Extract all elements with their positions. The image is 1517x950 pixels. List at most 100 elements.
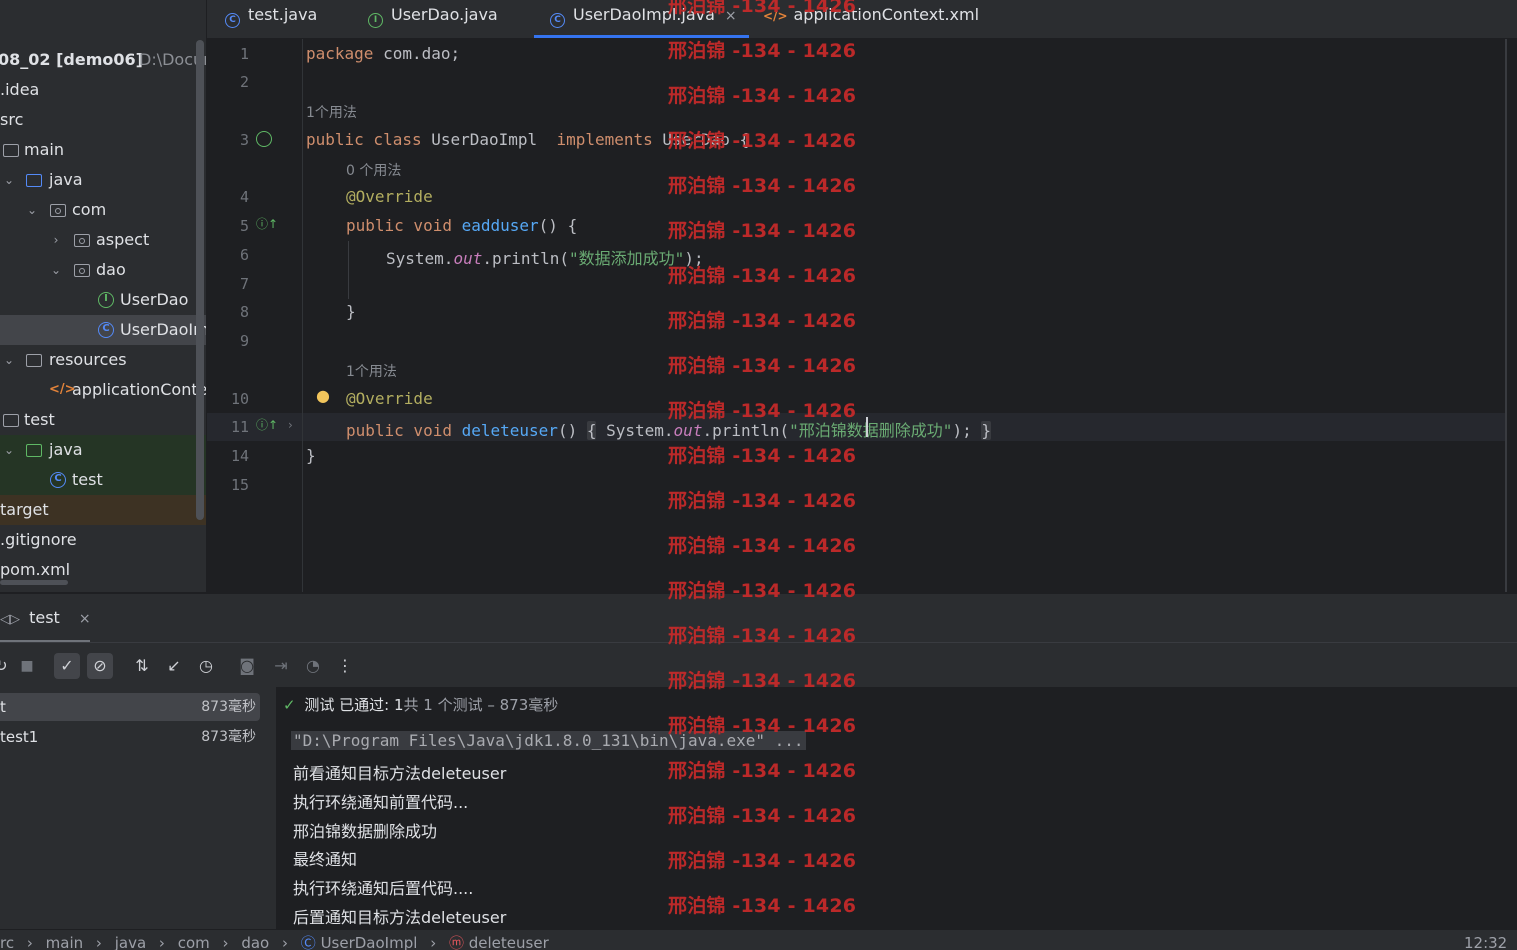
watermark-text: 邢泊锦 -134 - 1426 xyxy=(668,40,857,62)
package-icon xyxy=(74,234,90,247)
caret-position[interactable]: 12:32 xyxy=(1464,930,1507,950)
test-row[interactable]: test1 873毫秒 xyxy=(0,723,270,751)
tree-item-src[interactable]: src xyxy=(0,105,206,135)
chevron-down-icon[interactable]: ⌄ xyxy=(26,195,38,225)
implements-gutter-icon[interactable]: ⓘ↑ xyxy=(256,215,278,232)
usage-hint[interactable]: 1个用法 xyxy=(346,361,397,381)
code-line-1: package com.dao; xyxy=(306,44,461,63)
watermark-text: 邢泊锦 -134 - 1426 xyxy=(668,850,857,872)
sort-alphabetically-icon[interactable]: ⇅ xyxy=(129,653,155,679)
breadcrumb-item[interactable]: deleteuser xyxy=(469,934,549,950)
tree-item-gitignore[interactable]: .gitignore xyxy=(0,525,206,555)
tree-item-resources[interactable]: ⌄ resources xyxy=(0,345,206,375)
code-line-14: } xyxy=(306,446,316,465)
show-ignored-icon[interactable]: ⊘ xyxy=(87,653,113,679)
text-caret xyxy=(866,417,868,437)
close-icon[interactable]: × xyxy=(79,611,91,627)
console-line: 前看通知目标方法deleteuser xyxy=(293,764,507,783)
tab-test-java[interactable]: Ctest.java xyxy=(225,0,317,38)
watermark-text: 邢泊锦 -134 - 1426 xyxy=(668,310,857,332)
tree-item-label: com xyxy=(72,200,107,219)
tree-item-label: java xyxy=(49,440,83,459)
watermark-text: 邢泊锦 -134 - 1426 xyxy=(668,625,857,647)
breadcrumb-item[interactable]: com xyxy=(178,934,210,950)
code-line-4: @Override xyxy=(346,187,433,206)
usage-hint[interactable]: 0 个用法 xyxy=(346,160,401,180)
breadcrumb: rc › main › java › com › dao › Ⓒ UserDao… xyxy=(0,930,549,950)
test-summary: ✓ 测试 已通过: 1共 1 个测试 – 873毫秒 xyxy=(283,694,558,716)
collapse-all-icon[interactable]: ↙ xyxy=(161,653,187,679)
chevron-down-icon[interactable]: ⌄ xyxy=(3,435,15,465)
tree-item-userdao[interactable]: I UserDao xyxy=(0,285,206,315)
tree-item-com[interactable]: ⌄ com xyxy=(0,195,206,225)
implements-gutter-icon[interactable]: ⓘ↑ xyxy=(256,416,278,433)
camera-icon[interactable]: ◙ xyxy=(234,653,260,679)
rerun-icon[interactable]: ↻ xyxy=(0,653,14,679)
tree-item-target[interactable]: target xyxy=(0,495,206,525)
editor-vscrollbar[interactable] xyxy=(1505,39,1507,592)
watermark-text: 邢泊锦 -134 - 1426 xyxy=(668,445,857,467)
folded-block-close[interactable]: } xyxy=(981,421,991,440)
more-options-icon[interactable]: ⋮ xyxy=(332,653,358,679)
tree-item-test-class[interactable]: C test xyxy=(0,465,206,495)
watermark-text: 邢泊锦 -134 - 1426 xyxy=(668,130,857,152)
console-line: 执行环绕通知后置代码.... xyxy=(293,879,474,898)
fold-chevron-icon[interactable]: › xyxy=(288,418,293,432)
show-passed-icon[interactable]: ✓ xyxy=(54,653,80,679)
source-folder-icon xyxy=(26,174,42,187)
check-icon: ✓ xyxy=(283,696,296,714)
watermark-text: 邢泊锦 -134 - 1426 xyxy=(668,580,857,602)
chevron-down-icon[interactable]: ⌄ xyxy=(3,345,15,375)
test-row[interactable]: t 873毫秒 xyxy=(0,693,260,721)
stop-icon[interactable]: ■ xyxy=(14,653,40,679)
tree-item-label: test xyxy=(72,470,103,489)
run-config-icon: ◁▷ xyxy=(0,612,20,627)
test-history-icon[interactable]: ◷ xyxy=(193,653,219,679)
chevron-down-icon[interactable]: ⌄ xyxy=(3,165,15,195)
tree-item-aspect[interactable]: › aspect xyxy=(0,225,206,255)
breadcrumb-item[interactable]: UserDaoImpl xyxy=(321,934,418,950)
watermark-text: 邢泊锦 -134 - 1426 xyxy=(668,715,857,737)
tree-item-applicationcontext[interactable]: </> applicationContex xyxy=(0,375,206,405)
lightbulb-icon[interactable]: ● xyxy=(316,386,330,405)
run-tab-test[interactable]: ◁▷ test × xyxy=(0,608,91,638)
tree-item-main[interactable]: main xyxy=(0,135,206,165)
watermark-text: 邢泊锦 -134 - 1426 xyxy=(668,760,857,782)
tree-item-label: test xyxy=(24,410,55,429)
class-icon: C xyxy=(50,472,66,488)
code-line-10: @Override xyxy=(346,389,433,408)
chevron-down-icon[interactable]: ⌄ xyxy=(50,255,62,285)
class-icon: C xyxy=(550,13,565,28)
breadcrumb-item[interactable]: dao xyxy=(241,934,269,950)
watermark-text: 邢泊锦 -134 - 1426 xyxy=(668,0,857,17)
test-name: t xyxy=(0,698,6,716)
import-icon[interactable]: ⇥ xyxy=(268,653,294,679)
tab-userdao-java[interactable]: I UserDao.java xyxy=(368,0,498,38)
bean-gutter-icon[interactable] xyxy=(256,131,272,147)
watermark-text: 邢泊锦 -134 - 1426 xyxy=(668,670,857,692)
watermark-text: 邢泊锦 -134 - 1426 xyxy=(668,265,857,287)
tree-item-idea[interactable]: .idea xyxy=(0,75,206,105)
breadcrumb-item[interactable]: java xyxy=(115,934,146,950)
chevron-right-icon[interactable]: › xyxy=(50,225,62,255)
tree-item-userdaoimpl[interactable]: C UserDaoImp xyxy=(0,315,206,345)
console-line: 最终通知 xyxy=(293,850,358,869)
line-number: 14 xyxy=(230,447,249,465)
interface-icon: I xyxy=(368,13,383,28)
coverage-icon[interactable]: ◔ xyxy=(300,653,326,679)
code-editor[interactable] xyxy=(207,39,1507,592)
class-icon: Ⓒ xyxy=(300,934,316,950)
tree-item-test-folder[interactable]: test xyxy=(0,405,206,435)
breadcrumb-item[interactable]: main xyxy=(46,934,83,950)
watermark-text: 邢泊锦 -134 - 1426 xyxy=(668,220,857,242)
tree-item-dao[interactable]: ⌄ dao xyxy=(0,255,206,285)
breadcrumb-item[interactable]: rc xyxy=(0,934,14,950)
usage-hint[interactable]: 1个用法 xyxy=(306,102,357,122)
tree-item-test-java[interactable]: ⌄ java xyxy=(0,435,206,465)
project-root[interactable]: 08_02 [demo06] D:\Docur xyxy=(0,45,206,75)
project-hscrollbar[interactable] xyxy=(0,580,68,585)
breadcrumb-separator-icon: › xyxy=(222,934,229,950)
project-vscrollbar[interactable] xyxy=(196,40,204,520)
tree-item-java[interactable]: ⌄ java xyxy=(0,165,206,195)
line-number: 5 xyxy=(239,217,249,235)
